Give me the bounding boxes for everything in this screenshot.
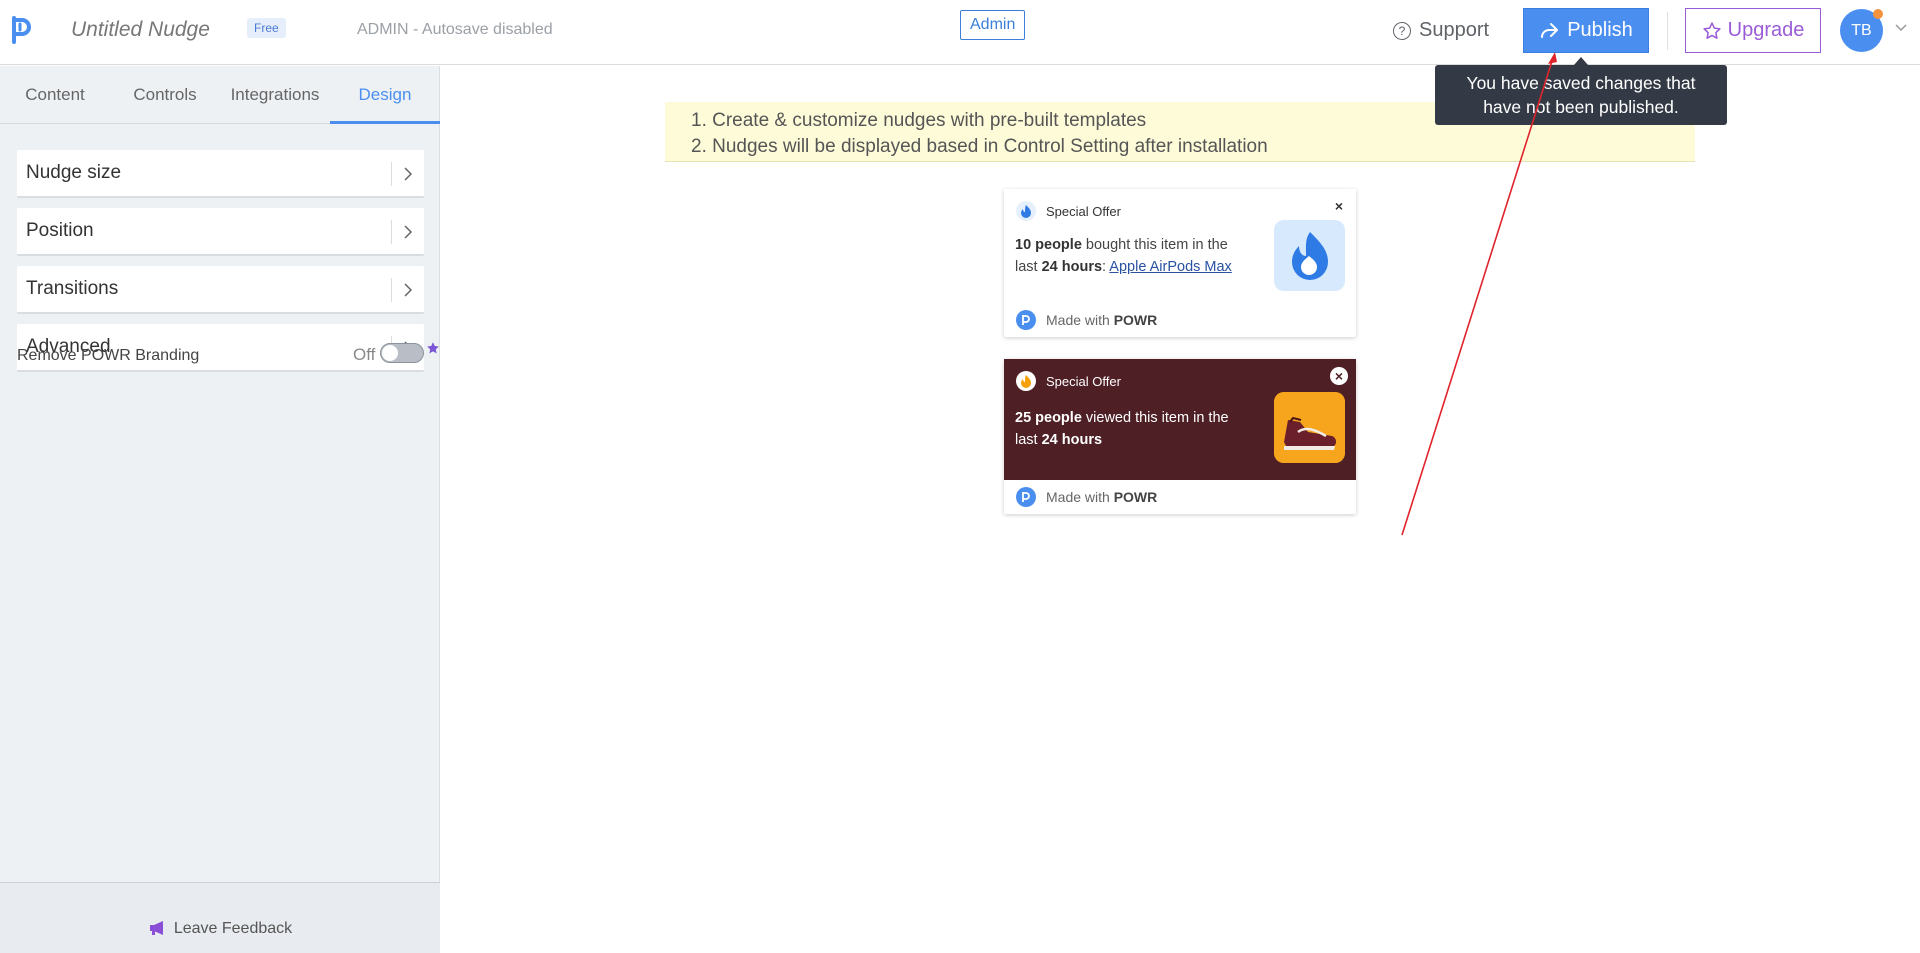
nudge-message: 25 people viewed this item in the last 2… (1015, 407, 1245, 451)
nudge-preview-light[interactable]: Special Offer × 10 people bought this it… (1004, 189, 1356, 337)
notification-dot (1873, 9, 1883, 19)
feedback-label: Leave Feedback (173, 920, 293, 937)
nudge-header: Special Offer (1016, 371, 1121, 391)
nudge-footer: Made with POWR (1004, 303, 1356, 337)
support-label: Support (1419, 19, 1490, 41)
toggle-knob (382, 345, 398, 361)
leave-feedback-link[interactable]: Leave Feedback (0, 920, 440, 938)
chevron-right-icon (404, 167, 413, 181)
tab-controls[interactable]: Controls (110, 66, 220, 124)
section-label: Position (26, 220, 94, 241)
plan-badge: Free (247, 18, 286, 38)
separator (391, 162, 392, 186)
publish-button[interactable]: Publish (1523, 8, 1649, 53)
info-line-2: 2. Nudges will be displayed based in Con… (691, 136, 1268, 157)
publish-label: Publish (1567, 19, 1633, 41)
fire-icon (1016, 201, 1036, 221)
app-title[interactable]: Untitled Nudge (71, 18, 210, 42)
powr-badge-icon (1016, 487, 1036, 507)
remove-branding-label: Remove POWR Branding (17, 347, 200, 364)
powr-logo-icon[interactable] (10, 16, 34, 44)
tooltip-line-2: have not been published. (1483, 97, 1679, 117)
premium-star-icon (427, 342, 439, 354)
section-label: Nudge size (26, 162, 122, 183)
nudge-count: 10 people (1015, 237, 1082, 253)
close-icon[interactable]: × (1330, 367, 1348, 385)
nudge-time: 24 hours (1041, 259, 1103, 275)
chevron-right-icon (404, 283, 413, 297)
footer-brand: POWR (1113, 489, 1158, 505)
toggle-state-label: Off (353, 345, 376, 364)
top-header: Untitled Nudge Free ADMIN - Autosave dis… (0, 0, 1920, 65)
upgrade-label: Upgrade (1727, 19, 1805, 41)
nudge-header-label: Special Offer (1046, 203, 1121, 219)
upgrade-button[interactable]: Upgrade (1685, 8, 1821, 53)
autosave-status: ADMIN - Autosave disabled (357, 21, 553, 38)
sidebar-tabs: Content Controls Integrations Design (0, 66, 440, 124)
nudge-message: 10 people bought this item in the last 2… (1015, 234, 1245, 278)
product-link[interactable]: Apple AirPods Max (1109, 259, 1232, 275)
tooltip-arrow (1574, 57, 1588, 65)
nudge-header-label: Special Offer (1046, 373, 1121, 389)
megaphone-icon (149, 921, 163, 935)
share-icon (1541, 22, 1559, 38)
unpublished-changes-tooltip: You have saved changes that have not bee… (1435, 65, 1727, 125)
admin-button[interactable]: Admin (960, 10, 1026, 40)
section-position[interactable]: Position (17, 208, 424, 256)
star-outline-icon (1702, 21, 1721, 39)
nudge-header: Special Offer (1016, 201, 1121, 221)
header-divider (1667, 12, 1668, 50)
powr-badge-icon (1016, 310, 1036, 330)
support-link[interactable]: ? Support (1393, 19, 1489, 42)
fire-icon (1016, 371, 1036, 391)
tab-content[interactable]: Content (0, 66, 110, 124)
footer-prefix: Made with (1046, 489, 1114, 505)
nudge-footer: Made with POWR (1004, 480, 1356, 514)
footer-prefix: Made with (1046, 312, 1114, 328)
nudge-time: 24 hours (1041, 432, 1103, 448)
sidebar: Content Controls Integrations Design Nud… (0, 66, 440, 953)
sidebar-footer: Leave Feedback (0, 882, 440, 953)
made-with-label: Made with POWR (1046, 312, 1157, 328)
chevron-down-icon[interactable] (1893, 20, 1909, 36)
remove-branding-toggle[interactable] (380, 343, 424, 363)
tab-design[interactable]: Design (330, 66, 440, 124)
close-icon[interactable]: × (1330, 197, 1348, 215)
separator (391, 278, 392, 302)
tab-integrations[interactable]: Integrations (220, 66, 330, 124)
sneaker-image-icon (1274, 392, 1345, 463)
tooltip-line-1: You have saved changes that (1466, 73, 1696, 93)
question-icon: ? (1393, 21, 1411, 40)
separator (391, 220, 392, 244)
chevron-right-icon (404, 225, 413, 239)
fire-image-icon (1274, 220, 1345, 291)
section-label: Transitions (26, 278, 119, 299)
footer-brand: POWR (1113, 312, 1158, 328)
nudge-count: 25 people (1015, 410, 1082, 426)
made-with-label: Made with POWR (1046, 489, 1157, 505)
nudge-preview-dark[interactable]: Special Offer × 25 people viewed this it… (1004, 359, 1356, 514)
section-nudge-size[interactable]: Nudge size (17, 150, 424, 198)
section-transitions[interactable]: Transitions (17, 266, 424, 314)
